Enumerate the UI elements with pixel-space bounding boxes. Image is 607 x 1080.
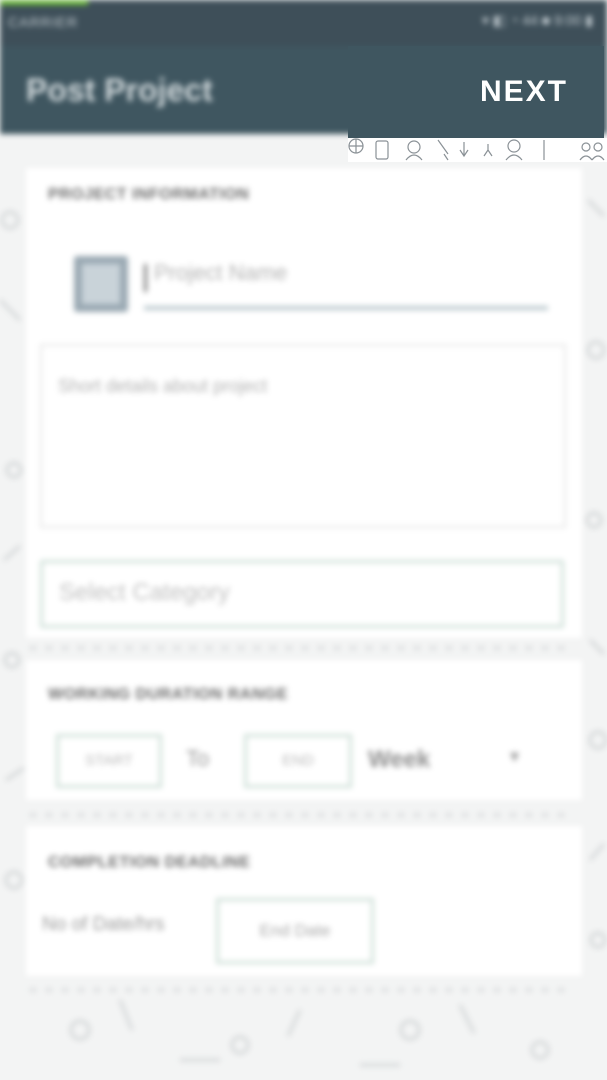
project-information-card: PROJECT INFORMATION Project Name Short d… [26, 168, 582, 638]
section-label-project-information: PROJECT INFORMATION [48, 186, 250, 203]
next-action-panel: NEXT [348, 46, 604, 138]
end-date-picker[interactable]: End Date [216, 898, 374, 964]
chevron-down-icon[interactable]: ▾ [510, 746, 519, 767]
status-left-text: CARRIER [8, 14, 79, 30]
blurred-screen: CARRIER ▾ ◧ ◔ 44 ■ 9:00 ▮ Post Project P… [0, 0, 607, 1080]
duration-unit-select[interactable]: Week [368, 746, 430, 774]
next-button[interactable]: NEXT [348, 46, 604, 138]
category-select[interactable]: Select Category [40, 560, 564, 628]
page-title: Post Project [26, 72, 213, 108]
status-bar: CARRIER ▾ ◧ ◔ 44 ■ 9:00 ▮ [0, 0, 607, 46]
working-duration-card: WORKING DURATION RANGE START To END Week… [26, 660, 582, 800]
section-label-working-duration: WORKING DURATION RANGE [48, 686, 289, 703]
image-placeholder-icon [82, 264, 120, 304]
project-name-input[interactable]: Project Name [154, 260, 287, 286]
doodle-strip-decoration [348, 138, 607, 162]
status-right-indicators: ▾ ◧ ◔ 44 ■ 9:00 ▮ [481, 12, 593, 28]
section-label-completion-deadline: COMPLETION DEADLINE [48, 854, 251, 871]
project-name-underline [144, 306, 548, 310]
category-select-placeholder: Select Category [59, 579, 230, 606]
project-details-placeholder: Short details about project [58, 376, 268, 396]
duration-start-input[interactable]: START [56, 734, 162, 788]
text-cursor [144, 264, 147, 292]
status-accent-bar [0, 0, 88, 5]
completion-deadline-card: COMPLETION DEADLINE No of Date/hrs End D… [26, 826, 582, 976]
no-of-days-label: No of Date/hrs [42, 914, 165, 935]
duration-end-input[interactable]: END [244, 734, 352, 788]
duration-to-label: To [186, 746, 210, 771]
project-details-textarea[interactable]: Short details about project [40, 344, 566, 528]
project-image-picker[interactable] [74, 256, 128, 312]
